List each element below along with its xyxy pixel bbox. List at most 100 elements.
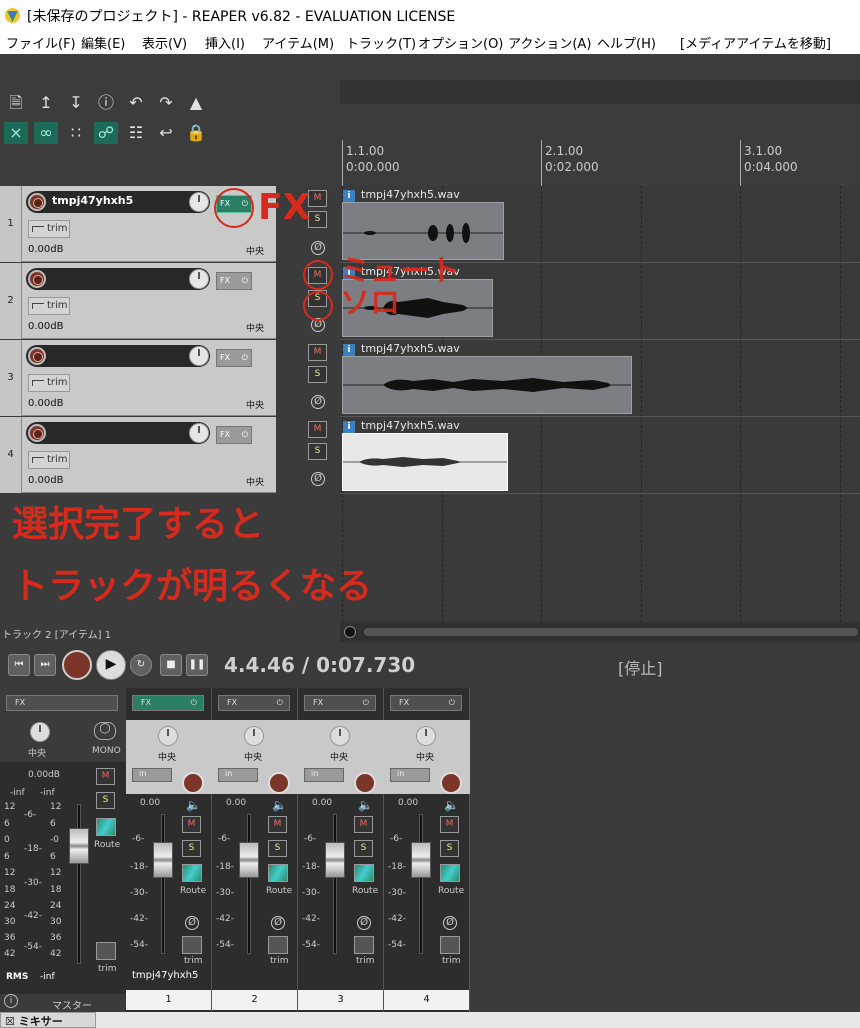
strip-fx-button[interactable]: FX ⏻: [304, 695, 376, 711]
solo-button[interactable]: S: [308, 443, 327, 460]
trim-icon[interactable]: [182, 936, 202, 954]
strip-record-arm[interactable]: [268, 772, 290, 794]
grid-lines-icon[interactable]: ☷: [124, 122, 148, 144]
solo-button[interactable]: S: [308, 366, 327, 383]
route-icon[interactable]: [182, 864, 202, 882]
scroll-thumb[interactable]: [364, 628, 858, 636]
record-icon[interactable]: [62, 650, 92, 680]
mixer-strip-3[interactable]: FX ⏻ 中央 in 0.00 🔈 -6- -18- -30- -42- -54-…: [298, 688, 384, 1012]
menu-actions[interactable]: アクション(A): [508, 33, 591, 52]
phase-icon[interactable]: Ø: [311, 241, 325, 255]
scroll-left-icon[interactable]: [344, 626, 356, 638]
phase-icon[interactable]: Ø: [443, 916, 457, 930]
loop-icon[interactable]: ↩: [154, 122, 178, 144]
strip-pan-knob[interactable]: [244, 726, 264, 746]
master-pan-knob[interactable]: [30, 722, 50, 742]
master-solo-button[interactable]: S: [96, 792, 115, 809]
strip-input-select[interactable]: in: [218, 768, 258, 782]
project-settings-icon[interactable]: ⓘ: [94, 92, 118, 114]
phase-icon[interactable]: Ø: [311, 472, 325, 486]
strip-fx-button[interactable]: FX ⏻: [132, 695, 204, 711]
strip-mute-button[interactable]: M: [182, 816, 201, 833]
strip-pan-knob[interactable]: [158, 726, 178, 746]
strip-mute-button[interactable]: M: [268, 816, 287, 833]
go-to-end-icon[interactable]: ⏭: [34, 654, 56, 676]
volume-knob[interactable]: [189, 192, 209, 212]
strip-solo-button[interactable]: S: [268, 840, 287, 857]
open-project-icon[interactable]: ↥: [34, 92, 58, 114]
menu-insert[interactable]: 挿入(I): [205, 33, 245, 52]
metronome-icon[interactable]: ▲: [184, 92, 208, 114]
master-mute-button[interactable]: M: [96, 768, 115, 785]
menu-track[interactable]: トラック(T): [346, 33, 416, 52]
strip-solo-button[interactable]: S: [182, 840, 201, 857]
record-arm-button[interactable]: [28, 347, 46, 365]
volume-knob[interactable]: [189, 423, 209, 443]
snap-grid-icon[interactable]: ∷: [64, 122, 88, 144]
mono-icon[interactable]: ◯: [94, 722, 116, 740]
strip-mute-button[interactable]: M: [354, 816, 373, 833]
media-item[interactable]: [342, 356, 632, 414]
track-name-field[interactable]: [26, 345, 210, 367]
strip-solo-button[interactable]: S: [440, 840, 459, 857]
redo-icon[interactable]: ↷: [154, 92, 178, 114]
ripple-edit-icon[interactable]: ☍: [94, 122, 118, 144]
phase-icon[interactable]: Ø: [271, 916, 285, 930]
record-arm-button[interactable]: [28, 424, 46, 442]
track-4[interactable]: 4 FX ⏻ trim 0.00dB 中央: [0, 417, 276, 493]
strip-record-arm[interactable]: [440, 772, 462, 794]
trim-button[interactable]: trim: [28, 220, 70, 238]
arrange-view[interactable]: [340, 186, 860, 622]
strip-record-arm[interactable]: [182, 772, 204, 794]
lock-icon[interactable]: 🔒: [184, 122, 208, 144]
menu-options[interactable]: オプション(O): [418, 33, 503, 52]
trim-button[interactable]: trim: [28, 451, 70, 469]
strip-solo-button[interactable]: S: [354, 840, 373, 857]
timeline-ruler[interactable]: 1.1.00 0:00.000 2.1.00 0:02.000 3.1.00 0…: [340, 140, 860, 186]
strip-fader[interactable]: [325, 842, 345, 878]
route-icon[interactable]: [440, 864, 460, 882]
item-grouping-icon[interactable]: ∞: [34, 122, 58, 144]
menu-edit[interactable]: 編集(E): [81, 33, 125, 52]
repeat-icon[interactable]: ↻: [130, 654, 152, 676]
undo-icon[interactable]: ↶: [124, 92, 148, 114]
record-arm-button[interactable]: [28, 193, 46, 211]
region-marker-lane[interactable]: [340, 80, 860, 104]
master-fx-button[interactable]: FX: [6, 695, 118, 711]
mute-button[interactable]: M: [308, 344, 327, 361]
phase-icon[interactable]: Ø: [311, 395, 325, 409]
mute-button[interactable]: M: [308, 421, 327, 438]
mixer-strip-4[interactable]: FX ⏻ 中央 in 0.00 🔈 -6- -18- -30- -42- -54-…: [384, 688, 470, 1012]
volume-knob[interactable]: [189, 346, 209, 366]
horizontal-scrollbar[interactable]: [340, 622, 860, 642]
track-name-field[interactable]: [26, 422, 210, 444]
go-to-start-icon[interactable]: ⏮: [8, 654, 30, 676]
strip-mute-button[interactable]: M: [440, 816, 459, 833]
strip-fader[interactable]: [239, 842, 259, 878]
route-icon[interactable]: [354, 864, 374, 882]
menu-item[interactable]: アイテム(M): [262, 33, 334, 52]
save-project-icon[interactable]: ↧: [64, 92, 88, 114]
mute-button[interactable]: M: [308, 190, 327, 207]
trim-button[interactable]: trim: [28, 297, 70, 315]
master-fader[interactable]: [69, 828, 89, 864]
fx-button[interactable]: FX ⏻: [216, 349, 252, 367]
mixer-tab[interactable]: ☒ ミキサー: [0, 1012, 96, 1028]
strip-fx-button[interactable]: FX ⏻: [390, 695, 462, 711]
info-icon[interactable]: i: [4, 994, 18, 1008]
stop-icon[interactable]: ■: [160, 654, 182, 676]
solo-button[interactable]: S: [308, 211, 327, 228]
pause-icon[interactable]: ❚❚: [186, 654, 208, 676]
strip-fader[interactable]: [153, 842, 173, 878]
strip-pan-knob[interactable]: [330, 726, 350, 746]
fx-button[interactable]: FX ⏻: [216, 426, 252, 444]
mixer-strip-2[interactable]: FX ⏻ 中央 in 0.00 🔈 -6- -18- -30- -42- -54-…: [212, 688, 298, 1012]
route-icon[interactable]: [96, 818, 116, 836]
fx-button[interactable]: FX ⏻: [216, 272, 252, 290]
strip-fx-button[interactable]: FX ⏻: [218, 695, 290, 711]
strip-record-arm[interactable]: [354, 772, 376, 794]
record-arm-button[interactable]: [28, 270, 46, 288]
trim-icon[interactable]: [354, 936, 374, 954]
phase-icon[interactable]: Ø: [185, 916, 199, 930]
menu-help[interactable]: ヘルプ(H): [597, 33, 656, 52]
